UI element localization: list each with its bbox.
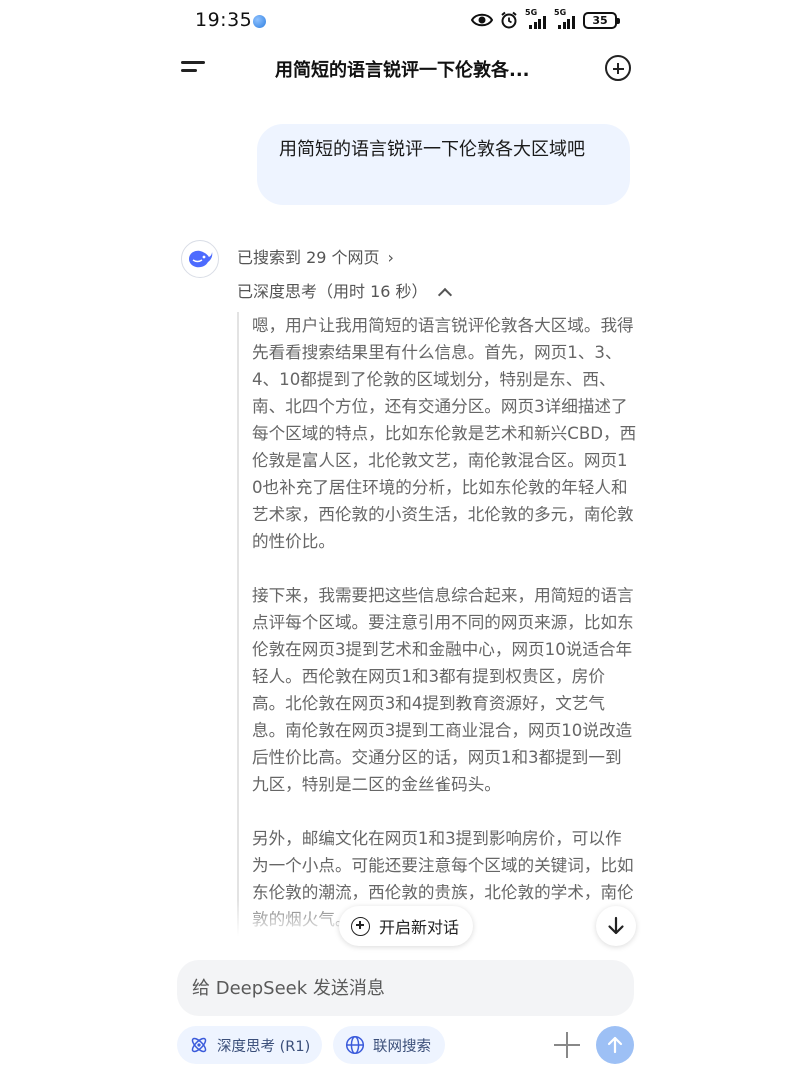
thinking-toggle[interactable]: 已深度思考（用时 16 秒） <box>237 278 452 303</box>
alarm-icon <box>501 11 517 29</box>
battery-icon: 35 <box>583 11 620 29</box>
eye-icon <box>471 13 493 27</box>
menu-icon[interactable] <box>181 59 207 77</box>
message-input[interactable] <box>192 977 619 999</box>
user-message-bubble: 用简短的语言锐评一下伦敦各大区域吧 <box>257 124 630 205</box>
send-button[interactable] <box>596 1026 634 1064</box>
web-search-toggle[interactable]: 联网搜索 <box>333 1026 445 1064</box>
conversation-title: 用简短的语言锐评一下伦敦各... <box>275 60 530 81</box>
thinking-paragraph: 接下来，我需要把这些信息综合起来，用简短的语言点评每个区域。要注意引用不同的网页… <box>252 586 634 794</box>
deepseek-whale-icon <box>181 240 219 278</box>
scroll-to-bottom-button[interactable] <box>596 906 636 946</box>
app-notification-icon <box>253 15 266 28</box>
chevron-up-icon <box>437 287 452 303</box>
plus-circle-icon <box>351 916 370 936</box>
signal-5g-1-icon: 5G <box>525 8 547 30</box>
search-results-toggle[interactable]: 已搜索到 29 个网页 › <box>237 244 394 268</box>
web-search-label: 联网搜索 <box>373 1038 431 1055</box>
thinking-content: 嗯，用户让我用简短的语言锐评伦敦各大区域。我得先看看搜索结果里有什么信息。首先，… <box>237 312 637 937</box>
new-dialog-button[interactable]: 开启新对话 <box>339 906 473 946</box>
new-chat-icon[interactable] <box>605 55 631 81</box>
message-input-container <box>177 960 634 1016</box>
search-summary: 已搜索到 29 个网页 <box>237 248 380 267</box>
chevron-right-icon: › <box>387 248 394 267</box>
atom-icon <box>191 1037 207 1053</box>
status-icons: 5G 5G 35 <box>471 8 620 30</box>
arrow-up-icon <box>607 1036 623 1054</box>
deep-think-toggle[interactable]: 深度思考 (R1) <box>177 1026 322 1064</box>
signal-5g-2-icon: 5G <box>554 8 576 30</box>
status-time: 19:35 <box>195 9 253 31</box>
thinking-summary: 已深度思考（用时 16 秒） <box>237 282 428 301</box>
chat-header: 用简短的语言锐评一下伦敦各... <box>0 44 811 94</box>
arrow-down-icon <box>608 916 624 935</box>
deep-think-label: 深度思考 (R1) <box>217 1038 311 1055</box>
globe-icon <box>345 1035 365 1055</box>
plus-icon[interactable] <box>554 1032 580 1058</box>
status-bar: 19:35 5G 5G 35 <box>0 0 811 44</box>
thinking-paragraph: 嗯，用户让我用简短的语言锐评伦敦各大区域。我得先看看搜索结果里有什么信息。首先，… <box>252 316 637 551</box>
new-dialog-label: 开启新对话 <box>379 918 460 937</box>
